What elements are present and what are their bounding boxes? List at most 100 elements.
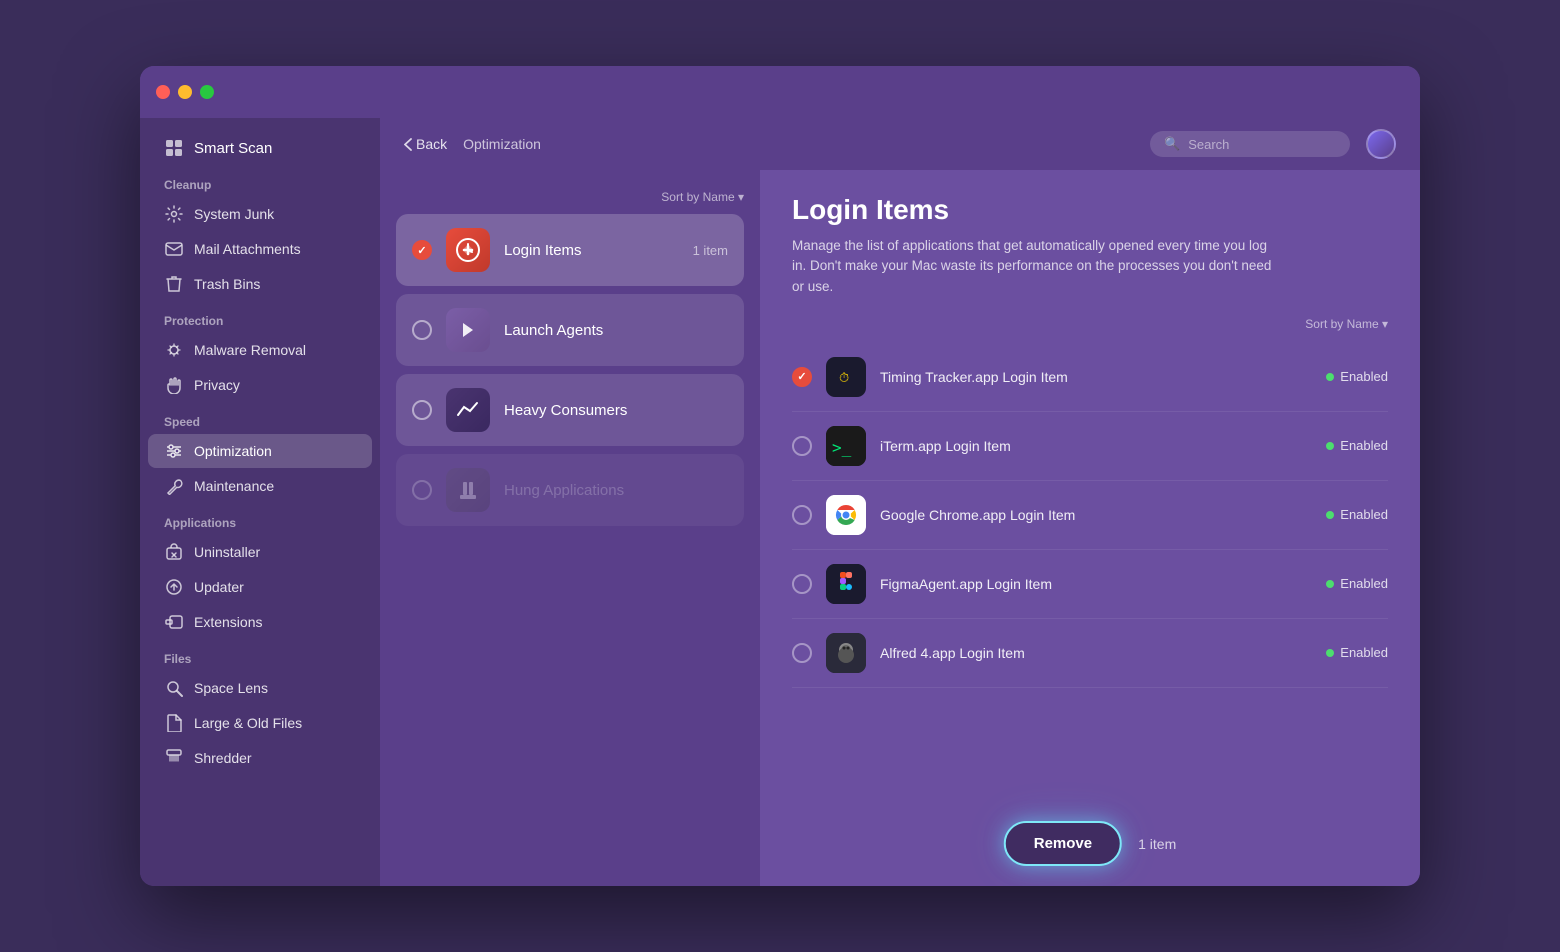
app-icon-alfred — [826, 633, 866, 673]
sidebar-item-large-old-files[interactable]: Large & Old Files — [148, 706, 372, 740]
radio-chrome[interactable] — [792, 505, 812, 525]
sidebar-item-label: Uninstaller — [194, 544, 260, 560]
trash-icon — [164, 274, 184, 294]
search-input[interactable] — [1188, 137, 1328, 152]
app-icon-figma — [826, 564, 866, 604]
app-window: Smart Scan Cleanup System Junk Mail Atta… — [140, 66, 1420, 886]
enabled-label: Enabled — [1340, 645, 1388, 660]
close-button[interactable] — [156, 85, 170, 99]
minimize-button[interactable] — [178, 85, 192, 99]
sidebar-item-label: Mail Attachments — [194, 241, 301, 257]
radio-login-items[interactable] — [412, 240, 432, 260]
maximize-button[interactable] — [200, 85, 214, 99]
remove-button[interactable]: Remove — [1004, 821, 1122, 866]
titlebar — [140, 66, 1420, 118]
radio-launch-agents[interactable] — [412, 320, 432, 340]
heavy-consumers-label: Heavy Consumers — [504, 402, 728, 419]
app-icon-chrome — [826, 495, 866, 535]
sidebar-item-system-junk[interactable]: System Junk — [148, 197, 372, 231]
smart-scan-label: Smart Scan — [194, 140, 272, 157]
timing-item-name: Timing Tracker.app Login Item — [880, 369, 1312, 385]
sidebar-item-shredder[interactable]: Shredder — [148, 741, 372, 775]
alfred-item-name: Alfred 4.app Login Item — [880, 645, 1312, 661]
extensions-icon — [164, 612, 184, 632]
sidebar-item-label: Optimization — [194, 443, 272, 459]
sidebar-item-label: Updater — [194, 579, 244, 595]
radio-heavy-consumers[interactable] — [412, 400, 432, 420]
back-button[interactable]: Back — [404, 136, 447, 152]
right-panel-description: Manage the list of applications that get… — [792, 236, 1272, 297]
iterm-status: Enabled — [1326, 438, 1388, 453]
sidebar-item-updater[interactable]: Updater — [148, 570, 372, 604]
user-avatar[interactable] — [1366, 129, 1396, 159]
sidebar-item-extensions[interactable]: Extensions — [148, 605, 372, 639]
list-item-hung-applications[interactable]: Hung Applications — [396, 454, 744, 526]
sidebar-item-label: Malware Removal — [194, 342, 306, 358]
search-icon: 🔍 — [1164, 136, 1180, 152]
sidebar-item-label: Maintenance — [194, 478, 274, 494]
list-item-heavy-consumers[interactable]: Heavy Consumers — [396, 374, 744, 446]
uninstall-icon — [164, 542, 184, 562]
content-area: Sort by Name ▾ Login Items 1 item — [380, 170, 1420, 886]
radio-hung-applications[interactable] — [412, 480, 432, 500]
sort-bar-right[interactable]: Sort by Name ▾ — [792, 317, 1388, 331]
sidebar-item-label: Privacy — [194, 377, 240, 393]
traffic-lights — [156, 85, 214, 99]
enabled-label: Enabled — [1340, 438, 1388, 453]
selected-count-label: 1 item — [1138, 836, 1176, 852]
sidebar-item-label: System Junk — [194, 206, 274, 222]
enabled-dot — [1326, 511, 1334, 519]
search-box: 🔍 — [1150, 131, 1350, 157]
main-content: Back Optimization 🔍 Sort by Name ▾ — [380, 118, 1420, 886]
sidebar-item-maintenance[interactable]: Maintenance — [148, 469, 372, 503]
section-header-applications: Applications — [140, 504, 380, 534]
app-icon-iterm: >_ — [826, 426, 866, 466]
sidebar-item-label: Large & Old Files — [194, 715, 302, 731]
app-body: Smart Scan Cleanup System Junk Mail Atta… — [140, 118, 1420, 886]
launch-agents-label: Launch Agents — [504, 322, 728, 339]
radio-iterm[interactable] — [792, 436, 812, 456]
sort-bar-left[interactable]: Sort by Name ▾ — [396, 186, 744, 214]
login-item-row: Alfred 4.app Login Item Enabled — [792, 619, 1388, 688]
shredder-icon — [164, 748, 184, 768]
radio-figma[interactable] — [792, 574, 812, 594]
sidebar-item-smart-scan[interactable]: Smart Scan — [148, 130, 372, 166]
section-header-files: Files — [140, 640, 380, 670]
launch-agents-icon — [446, 308, 490, 352]
sidebar-item-privacy[interactable]: Privacy — [148, 368, 372, 402]
enabled-label: Enabled — [1340, 576, 1388, 591]
hung-applications-label: Hung Applications — [504, 482, 728, 499]
sidebar-item-uninstaller[interactable]: Uninstaller — [148, 535, 372, 569]
list-item-launch-agents[interactable]: Launch Agents — [396, 294, 744, 366]
smart-scan-icon — [164, 138, 184, 158]
main-header: Back Optimization 🔍 — [380, 118, 1420, 170]
left-panel: Sort by Name ▾ Login Items 1 item — [380, 170, 760, 886]
section-header-protection: Protection — [140, 302, 380, 332]
files-icon — [164, 713, 184, 733]
iterm-item-name: iTerm.app Login Item — [880, 438, 1312, 454]
enabled-dot — [1326, 442, 1334, 450]
mail-icon — [164, 239, 184, 259]
right-panel: Login Items Manage the list of applicati… — [760, 170, 1420, 886]
sidebar-item-label: Shredder — [194, 750, 252, 766]
sidebar-item-trash-bins[interactable]: Trash Bins — [148, 267, 372, 301]
svg-text:⏱: ⏱ — [839, 370, 849, 385]
timing-status: Enabled — [1326, 369, 1388, 384]
radio-timing[interactable] — [792, 367, 812, 387]
sliders-icon — [164, 441, 184, 461]
radio-alfred[interactable] — [792, 643, 812, 663]
back-label: Back — [416, 136, 447, 152]
app-icon-timing: ⏱ — [826, 357, 866, 397]
sidebar-item-optimization[interactable]: Optimization — [148, 434, 372, 468]
sidebar-item-space-lens[interactable]: Space Lens — [148, 671, 372, 705]
wrench-icon — [164, 476, 184, 496]
chrome-status: Enabled — [1326, 507, 1388, 522]
sidebar-item-malware-removal[interactable]: Malware Removal — [148, 333, 372, 367]
login-item-row: ⏱ Timing Tracker.app Login Item Enabled — [792, 343, 1388, 412]
gear-icon — [164, 204, 184, 224]
section-header-speed: Speed — [140, 403, 380, 433]
sidebar-item-mail-attachments[interactable]: Mail Attachments — [148, 232, 372, 266]
figma-status: Enabled — [1326, 576, 1388, 591]
chrome-item-name: Google Chrome.app Login Item — [880, 507, 1312, 523]
list-item-login-items[interactable]: Login Items 1 item — [396, 214, 744, 286]
